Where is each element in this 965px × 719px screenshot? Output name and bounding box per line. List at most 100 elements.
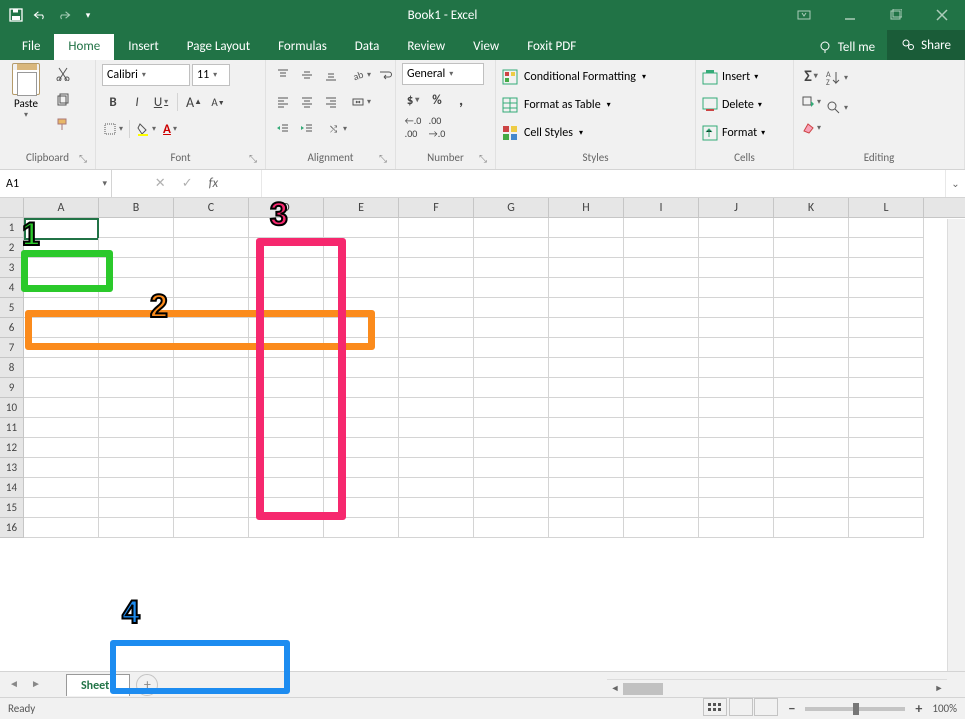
cell[interactable]	[249, 458, 324, 478]
ribbon-display-icon[interactable]	[781, 0, 827, 30]
sheet-nav-first-icon[interactable]: ◄	[6, 677, 22, 693]
cell[interactable]	[849, 418, 924, 438]
cell[interactable]	[24, 358, 99, 378]
cell[interactable]	[849, 238, 924, 258]
cell[interactable]	[174, 478, 249, 498]
cell[interactable]	[549, 438, 624, 458]
decrease-decimal-icon[interactable]: .00→.0	[426, 116, 448, 138]
cell[interactable]	[474, 218, 549, 238]
orientation-icon[interactable]: ab	[350, 64, 372, 86]
increase-indent-icon[interactable]	[296, 118, 318, 140]
comma-format-icon[interactable]: ,	[450, 89, 472, 111]
cell[interactable]	[849, 498, 924, 518]
cell[interactable]	[174, 378, 249, 398]
cell[interactable]	[774, 378, 849, 398]
cell[interactable]	[24, 438, 99, 458]
new-sheet-button[interactable]: +	[136, 674, 158, 696]
cell[interactable]	[324, 438, 399, 458]
column-header[interactable]: B	[99, 198, 174, 217]
cell[interactable]	[99, 418, 174, 438]
cell[interactable]	[399, 518, 474, 538]
cell[interactable]	[624, 218, 699, 238]
cell[interactable]	[399, 478, 474, 498]
select-all-corner[interactable]	[0, 198, 24, 217]
dialog-launcher-icon[interactable]: ⤡	[247, 152, 259, 164]
cell[interactable]	[624, 438, 699, 458]
cell[interactable]	[399, 458, 474, 478]
cell[interactable]	[474, 418, 549, 438]
row-header[interactable]: 1	[0, 218, 24, 238]
cell[interactable]	[399, 258, 474, 278]
cell[interactable]	[24, 418, 99, 438]
cell[interactable]	[249, 418, 324, 438]
row-header[interactable]: 10	[0, 398, 24, 418]
italic-button[interactable]: I	[126, 91, 148, 113]
cell[interactable]	[99, 278, 174, 298]
dialog-launcher-icon[interactable]: ⤡	[77, 152, 89, 164]
row-header[interactable]: 3	[0, 258, 24, 278]
cell[interactable]	[24, 338, 99, 358]
cell[interactable]	[849, 458, 924, 478]
row-header[interactable]: 8	[0, 358, 24, 378]
cell[interactable]	[624, 258, 699, 278]
cell[interactable]	[699, 358, 774, 378]
decrease-indent-icon[interactable]	[272, 118, 294, 140]
tab-data[interactable]: Data	[341, 34, 394, 60]
sort-filter-icon[interactable]: AZ	[826, 67, 848, 89]
cell[interactable]	[699, 498, 774, 518]
cell[interactable]	[849, 278, 924, 298]
cell[interactable]	[849, 398, 924, 418]
cell[interactable]	[549, 398, 624, 418]
cell[interactable]	[399, 278, 474, 298]
clear-icon[interactable]	[800, 117, 822, 139]
insert-cells-button[interactable]: Insert▾	[702, 65, 758, 89]
cell[interactable]	[549, 378, 624, 398]
cell[interactable]	[474, 278, 549, 298]
cell[interactable]	[699, 438, 774, 458]
cell[interactable]	[549, 298, 624, 318]
increase-font-icon[interactable]: A▲	[183, 91, 205, 113]
cell[interactable]	[474, 258, 549, 278]
cell[interactable]	[474, 438, 549, 458]
cell[interactable]	[849, 358, 924, 378]
column-header[interactable]: J	[699, 198, 774, 217]
cell[interactable]	[99, 458, 174, 478]
cell[interactable]	[174, 298, 249, 318]
cell[interactable]	[699, 418, 774, 438]
bold-button[interactable]: B	[102, 91, 124, 113]
row-header[interactable]: 13	[0, 458, 24, 478]
cell[interactable]	[399, 438, 474, 458]
zoom-out-button[interactable]: −	[788, 700, 795, 717]
cell[interactable]	[99, 218, 174, 238]
normal-view-icon[interactable]	[703, 698, 727, 716]
cell[interactable]	[99, 258, 174, 278]
cell[interactable]	[699, 238, 774, 258]
tell-me-search[interactable]: Tell me	[806, 34, 887, 60]
qat-customize-icon[interactable]: ▾	[80, 7, 96, 23]
cell[interactable]	[624, 398, 699, 418]
page-layout-view-icon[interactable]	[729, 698, 753, 716]
cell[interactable]	[249, 298, 324, 318]
row-header[interactable]: 15	[0, 498, 24, 518]
row-header[interactable]: 7	[0, 338, 24, 358]
cell[interactable]	[399, 238, 474, 258]
cell[interactable]	[24, 278, 99, 298]
row-header[interactable]: 14	[0, 478, 24, 498]
cell[interactable]	[624, 238, 699, 258]
cell[interactable]	[399, 318, 474, 338]
tab-file[interactable]: File	[8, 34, 54, 60]
cell[interactable]	[549, 458, 624, 478]
cell[interactable]	[849, 318, 924, 338]
decrease-font-icon[interactable]: A▼	[207, 91, 229, 113]
cell[interactable]	[624, 278, 699, 298]
scroll-right-icon[interactable]: ►	[931, 683, 947, 694]
cell[interactable]	[24, 378, 99, 398]
cell[interactable]	[99, 238, 174, 258]
scroll-left-icon[interactable]: ◄	[607, 683, 623, 694]
cell[interactable]	[849, 338, 924, 358]
share-button[interactable]: Share	[887, 30, 965, 60]
cell[interactable]	[24, 238, 99, 258]
delete-cells-button[interactable]: Delete▾	[702, 93, 762, 117]
orientation-alt-icon[interactable]: ⤭	[326, 118, 348, 140]
chevron-down-icon[interactable]: ▾	[102, 178, 107, 189]
